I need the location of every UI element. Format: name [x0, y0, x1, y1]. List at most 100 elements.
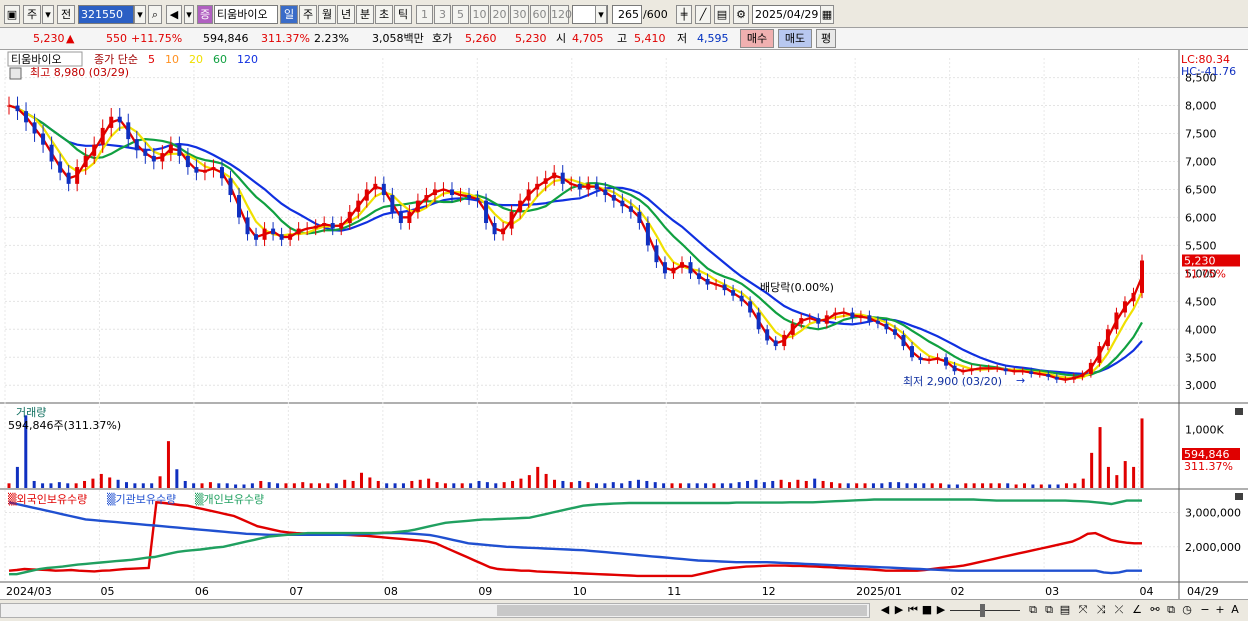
candle	[484, 200, 489, 224]
period-tab[interactable]: 일	[280, 5, 298, 24]
period-tab[interactable]: 초	[375, 5, 393, 24]
low: 4,595	[697, 32, 729, 45]
zoom-tool[interactable]: −	[1198, 603, 1212, 617]
code-input[interactable]: 321550	[78, 5, 134, 24]
candle	[126, 122, 131, 140]
volume-bar	[276, 483, 280, 488]
volume-bar	[359, 472, 363, 488]
copy-icon[interactable]: ⧉	[1026, 603, 1040, 617]
close-icon	[1235, 408, 1243, 415]
holdings-tick-label: 2,000,000	[1185, 541, 1241, 554]
volume-bar	[57, 482, 61, 488]
chart-title: 티움바이오	[11, 53, 62, 66]
period-tab[interactable]: 년	[337, 5, 355, 24]
type-select[interactable]: 주	[23, 5, 41, 24]
volume-bar	[989, 483, 993, 488]
candle	[305, 228, 310, 230]
candle	[620, 200, 625, 207]
candle	[185, 155, 190, 168]
volume-bar	[250, 483, 254, 488]
interval-tab[interactable]: 3	[434, 5, 451, 24]
save-icon[interactable]: ▤	[1058, 603, 1072, 617]
interval-tab[interactable]: 5	[452, 5, 469, 24]
link-icon[interactable]: ⚯	[1148, 603, 1162, 617]
volume-bar	[1073, 483, 1077, 488]
line-tool-icon[interactable]: ╱	[695, 5, 711, 24]
line-icon[interactable]: ⤨	[1094, 603, 1108, 617]
volume-bar	[259, 480, 263, 488]
period-tab[interactable]: 분	[356, 5, 374, 24]
candle	[969, 368, 974, 372]
candle	[739, 295, 744, 302]
nav-button[interactable]: ⏮	[906, 603, 920, 617]
prev-button[interactable]: 전	[57, 5, 75, 24]
nav-button[interactable]: ▶	[934, 603, 948, 617]
candle	[884, 323, 889, 330]
volume-bar	[141, 483, 145, 488]
chevron-down-icon[interactable]: ▾	[184, 5, 194, 24]
sound-icon[interactable]: ◀	[166, 5, 182, 24]
cross-icon[interactable]: ⤧	[1076, 603, 1090, 617]
calendar-icon[interactable]: ▦	[820, 5, 834, 24]
toolbar: ▣ 주 ▾ 전 321550 ▾ ⌕ ◀ ▾ 증 티움바이오 일주월년분초틱 1…	[0, 0, 1248, 28]
ma-legend-120: 120	[237, 53, 258, 66]
volume-bar	[905, 483, 909, 488]
angle-icon[interactable]: ∠	[1130, 603, 1144, 617]
close-icon	[1235, 493, 1243, 500]
date-input[interactable]: 2025/04/29	[752, 5, 822, 24]
volume-bar	[829, 482, 833, 488]
badge-button[interactable]: 증	[197, 5, 213, 24]
candle	[1105, 329, 1110, 347]
high-annotation: 최고 8,980 (03/29)	[30, 66, 129, 79]
holdings-tick-label: 3,000,000	[1185, 507, 1241, 520]
period-tab[interactable]: 주	[299, 5, 317, 24]
candle	[535, 183, 540, 190]
nav-button[interactable]: ▶	[892, 603, 906, 617]
buy-button[interactable]: 매수	[740, 29, 774, 48]
scroll-thumb[interactable]	[497, 605, 867, 616]
sell-button[interactable]: 매도	[778, 29, 812, 48]
price-tick-label: 8,000	[1185, 100, 1217, 113]
zoom-tool[interactable]: +	[1213, 603, 1227, 617]
candle	[501, 228, 506, 235]
copy-icon[interactable]: ⧉	[1164, 603, 1178, 617]
interval-tab[interactable]: 120	[550, 5, 572, 24]
candle	[339, 223, 344, 229]
turnover: 2.23%	[314, 32, 349, 45]
paste-icon[interactable]: ⧉	[1042, 603, 1056, 617]
interval-tab[interactable]: 10	[470, 5, 489, 24]
eval-button[interactable]: 평	[816, 29, 836, 48]
gear-icon[interactable]: ⚙	[733, 5, 749, 24]
candle	[177, 144, 182, 156]
candle	[850, 312, 855, 319]
clock-icon[interactable]: ◷	[1180, 603, 1194, 617]
interval-tab[interactable]: 1	[416, 5, 433, 24]
candle-icon[interactable]: ╪	[676, 5, 692, 24]
candle	[1029, 371, 1034, 375]
trend-icon[interactable]: ⤫	[1112, 603, 1126, 617]
volume-bar	[939, 483, 943, 488]
candle	[773, 340, 778, 347]
zoom-handle[interactable]	[980, 604, 985, 617]
nav-button[interactable]: ◀	[878, 603, 892, 617]
chevron-down-icon[interactable]: ▾	[595, 5, 607, 24]
chevron-down-icon[interactable]: ▾	[42, 5, 54, 24]
zoom-tool[interactable]: A	[1228, 603, 1242, 617]
save-icon[interactable]: ▤	[714, 5, 730, 24]
window-icon[interactable]: ▣	[4, 5, 20, 24]
nav-button[interactable]: ■	[920, 603, 934, 617]
chevron-down-icon[interactable]: ▾	[134, 5, 146, 24]
horizontal-scrollbar[interactable]	[0, 603, 870, 618]
zoom-slider[interactable]	[950, 610, 1020, 611]
volume-bar	[1064, 483, 1068, 488]
interval-tab[interactable]: 20	[490, 5, 509, 24]
count-input[interactable]: 265	[612, 5, 642, 24]
period-tab[interactable]: 월	[318, 5, 336, 24]
interval-tab[interactable]: 60	[530, 5, 549, 24]
interval-tab[interactable]: 30	[510, 5, 529, 24]
search-icon[interactable]: ⌕	[148, 5, 162, 24]
candle	[995, 368, 1000, 370]
candle	[100, 127, 105, 145]
candle	[92, 144, 97, 156]
period-tab[interactable]: 틱	[394, 5, 412, 24]
